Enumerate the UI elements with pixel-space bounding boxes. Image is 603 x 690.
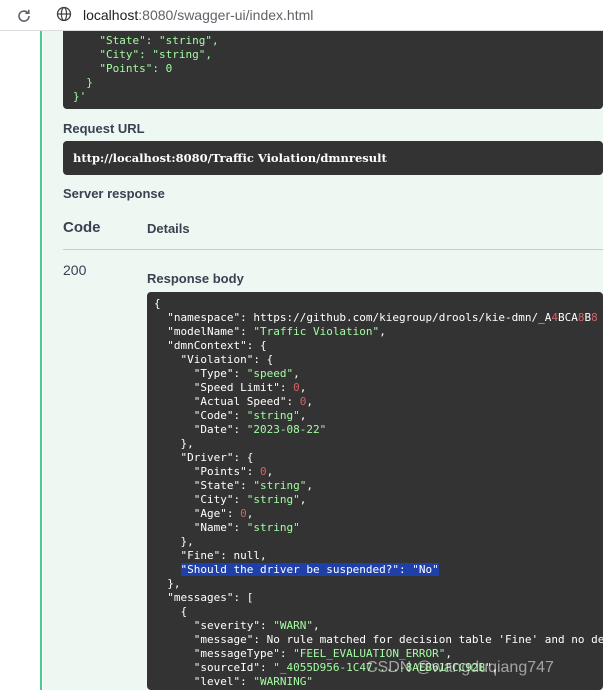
code-line: "dmnContext": { <box>167 339 267 352</box>
reload-icon[interactable] <box>14 6 34 26</box>
code-line: "Code": "string", <box>193 409 307 422</box>
response-body[interactable]: { "namespace": https://github.com/kiegro… <box>147 292 603 690</box>
code-line: "namespace": https://github.com/kiegroup… <box>167 311 598 324</box>
request-url-value: http://localhost:8080/Traffic Violation/… <box>63 141 603 175</box>
code-line: } <box>86 76 93 89</box>
selected-code-line: "Should the driver be suspended?": "No" <box>180 563 439 576</box>
code-line: "City": "string", <box>193 493 307 506</box>
request-url-label: Request URL <box>63 121 145 136</box>
details-column-header: Details <box>147 221 190 236</box>
code-line: "Points": 0, <box>193 465 274 478</box>
code-line: }, <box>167 577 181 590</box>
code-line: "sourceId": "_4055D956-1C47-...-8AEB61FC… <box>193 661 499 674</box>
response-status-code: 200 <box>63 262 87 278</box>
code-line: { <box>154 297 161 310</box>
code-line: }, <box>180 535 194 548</box>
code-line: "messages": [ <box>167 591 254 604</box>
code-line: "Type": "speed", <box>193 367 300 380</box>
code-line: "Age": 0, <box>193 507 254 520</box>
code-line: "level": "WARNING" <box>193 675 313 688</box>
code-line: "State": "string", <box>99 34 219 47</box>
url-path: :8080/swagger-ui/index.html <box>138 7 314 23</box>
swagger-page: "State": "string", "City": "string", "Poin… <box>0 31 603 690</box>
operation-left-border <box>0 31 42 690</box>
code-line: }' <box>73 90 87 103</box>
code-line: "Points": 0 <box>99 62 173 75</box>
curl-request-body-tail: "State": "string", "City": "string", "Poin… <box>63 31 603 109</box>
code-line: "modelName": "Traffic Violation", <box>167 325 386 338</box>
browser-toolbar: localhost:8080/swagger-ui/index.html <box>0 0 603 31</box>
url-host: localhost <box>83 7 139 23</box>
code-line: "State": "string", <box>193 479 313 492</box>
code-line: "Name": "string" <box>193 521 300 534</box>
code-line: { <box>180 605 188 618</box>
code-column-header: Code <box>63 219 101 236</box>
globe-icon[interactable] <box>55 5 73 23</box>
table-divider <box>63 249 603 250</box>
code-line: "Speed Limit": 0, <box>193 381 307 394</box>
code-line: "severity": "WARN", <box>193 619 320 632</box>
server-response-label: Server response <box>63 186 165 201</box>
response-body-label: Response body <box>147 271 244 286</box>
code-line: }, <box>180 437 194 450</box>
code-line: "City": "string", <box>99 48 212 61</box>
code-line: "messageType": "FEEL_EVALUATION_ERROR", <box>193 647 453 660</box>
code-line: "Actual Speed": 0, <box>193 395 313 408</box>
code-line: "Driver": { <box>180 451 254 464</box>
address-bar[interactable]: localhost:8080/swagger-ui/index.html <box>83 5 313 25</box>
code-line: "Fine": null, <box>180 549 267 562</box>
code-line: "Violation": { <box>180 353 274 366</box>
code-line: "Date": "2023-08-22" <box>193 423 327 436</box>
code-line: "message": No rule matched for decision … <box>193 633 603 646</box>
